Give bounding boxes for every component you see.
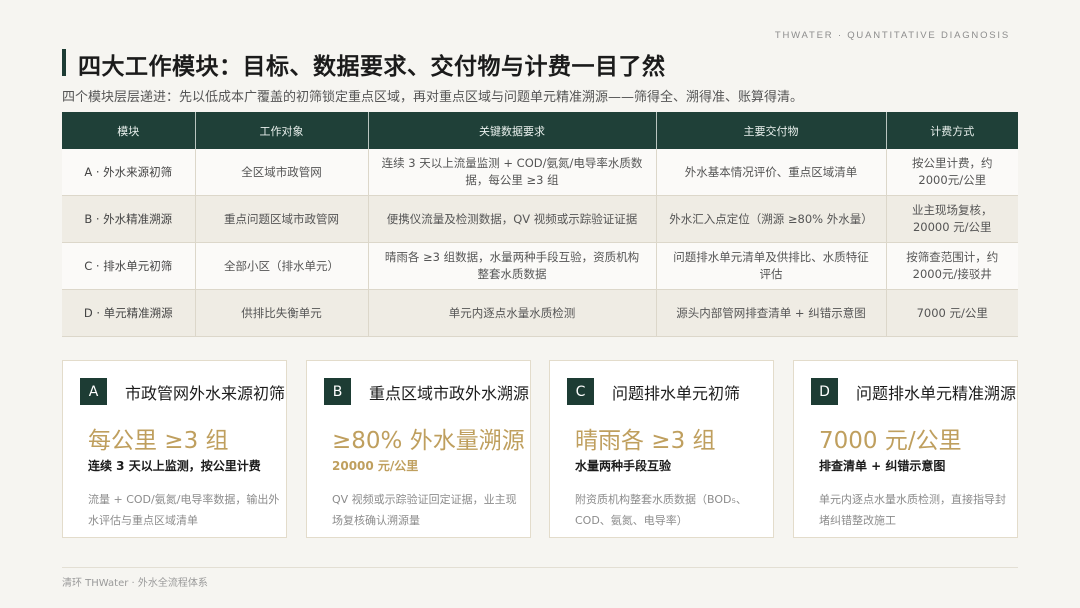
- module-card-b: B 重点区域市政外水溯源 ≥80% 外水量溯源 20000 元/公里 QV 视频…: [306, 360, 531, 538]
- cell-data: 便携仪流量及检测数据，QV 视频或示踪验证证据: [368, 195, 657, 243]
- cell-billing: 业主现场复核，20000 元/公里: [886, 195, 1018, 243]
- cell-object: 供排比失衡单元: [195, 289, 369, 337]
- cell-data: 单元内逐点水量水质检测: [368, 289, 657, 337]
- module-card-a: A 市政管网外水来源初筛 每公里 ≥3 组 连续 3 天以上监测，按公里计费 流…: [62, 360, 287, 538]
- cell-module: A · 外水来源初筛: [62, 149, 196, 196]
- module-card-d: D 问题排水单元精准溯源 7000 元/公里 排查清单 + 纠错示意图 单元内逐…: [793, 360, 1018, 538]
- cell-deliverable: 外水基本情况评价、重点区域清单: [656, 149, 887, 196]
- card-letter-badge: A: [80, 378, 107, 405]
- col-header-object: 工作对象: [195, 112, 369, 149]
- card-title: 市政管网外水来源初筛: [125, 384, 286, 403]
- card-note: 流量 + COD/氨氮/电导率数据，输出外水评估与重点区域清单: [88, 493, 280, 527]
- module-card-c: C 问题排水单元初筛 晴雨各 ≥3 组 水量两种手段互验 附资质机构整套水质数据…: [549, 360, 774, 538]
- col-header-data: 关键数据要求: [368, 112, 657, 149]
- table-row: C · 排水单元初筛 全部小区（排水单元） 晴雨各 ≥3 组数据，水量两种手段互…: [62, 242, 1018, 290]
- card-metric: ≥80% 外水量溯源: [332, 428, 525, 454]
- brand-header: THWATER · QUANTITATIVE DIAGNOSIS: [774, 30, 1010, 41]
- cell-data: 晴雨各 ≥3 组数据，水量两种手段互验，资质机构整套水质数据: [368, 242, 657, 290]
- module-table: 模块 工作对象 关键数据要求 主要交付物 计费方式 A · 外水来源初筛 全区域…: [62, 112, 1018, 337]
- card-metric-subtitle: 连续 3 天以上监测，按公里计费: [88, 459, 261, 473]
- card-metric: 晴雨各 ≥3 组: [575, 428, 716, 454]
- cell-object: 全区域市政管网: [195, 149, 369, 196]
- page-subtitle: 四个模块层层递进：先以低成本广覆盖的初筛锁定重点区域，再对重点区域与问题单元精准…: [62, 90, 804, 105]
- cell-deliverable: 问题排水单元清单及供排比、水质特征评估: [656, 242, 887, 290]
- footer-text: 清环 THWater · 外水全流程体系: [62, 578, 208, 589]
- col-header-billing: 计费方式: [886, 112, 1018, 149]
- card-metric: 每公里 ≥3 组: [88, 428, 229, 454]
- card-title: 问题排水单元初筛: [612, 384, 741, 403]
- card-note: QV 视频或示踪验证回定证据，业主现场复核确认溯源量: [332, 493, 517, 527]
- card-metric-subtitle: 水量两种手段互验: [575, 459, 672, 473]
- card-letter-badge: D: [811, 378, 838, 405]
- card-title: 问题排水单元精准溯源: [856, 384, 1017, 403]
- cell-data: 连续 3 天以上流量监测 + COD/氨氮/电导率水质数据，每公里 ≥3 组: [368, 149, 657, 196]
- cell-billing: 按筛查范围计，约2000元/接驳井: [886, 242, 1018, 290]
- card-letter-badge: C: [567, 378, 594, 405]
- footer-divider: [62, 567, 1018, 568]
- cell-billing: 7000 元/公里: [886, 289, 1018, 337]
- col-header-module: 模块: [62, 112, 196, 149]
- card-metric-subtitle: 20000 元/公里: [332, 459, 419, 473]
- table-header-row: 模块 工作对象 关键数据要求 主要交付物 计费方式: [62, 112, 1018, 149]
- cell-module: C · 排水单元初筛: [62, 242, 196, 290]
- table-row: A · 外水来源初筛 全区域市政管网 连续 3 天以上流量监测 + COD/氨氮…: [62, 149, 1018, 196]
- title-accent-bar: [62, 49, 66, 76]
- col-header-deliverable: 主要交付物: [656, 112, 887, 149]
- card-metric: 7000 元/公里: [819, 428, 962, 454]
- card-note: 附资质机构整套水质数据（BOD₅、COD、氨氮、电导率）: [575, 493, 747, 527]
- cell-deliverable: 源头内部管网排查清单 + 纠错示意图: [656, 289, 887, 337]
- card-letter-badge: B: [324, 378, 351, 405]
- card-note: 单元内逐点水量水质检测，直接指导封堵纠错整改施工: [819, 493, 1006, 527]
- cell-module: D · 单元精准溯源: [62, 289, 196, 337]
- cell-object: 重点问题区域市政管网: [195, 195, 369, 243]
- table-row: D · 单元精准溯源 供排比失衡单元 单元内逐点水量水质检测 源头内部管网排查清…: [62, 289, 1018, 337]
- card-metric-subtitle: 排查清单 + 纠错示意图: [819, 459, 946, 473]
- cell-deliverable: 外水汇入点定位（溯源 ≥80% 外水量）: [656, 195, 887, 243]
- page-title: 四大工作模块：目标、数据要求、交付物与计费一目了然: [78, 54, 666, 80]
- cell-object: 全部小区（排水单元）: [195, 242, 369, 290]
- cell-module: B · 外水精准溯源: [62, 195, 196, 243]
- card-title: 重点区域市政外水溯源: [369, 384, 530, 403]
- table-row: B · 外水精准溯源 重点问题区域市政管网 便携仪流量及检测数据，QV 视频或示…: [62, 195, 1018, 243]
- cell-billing: 按公里计费，约2000元/公里: [886, 149, 1018, 196]
